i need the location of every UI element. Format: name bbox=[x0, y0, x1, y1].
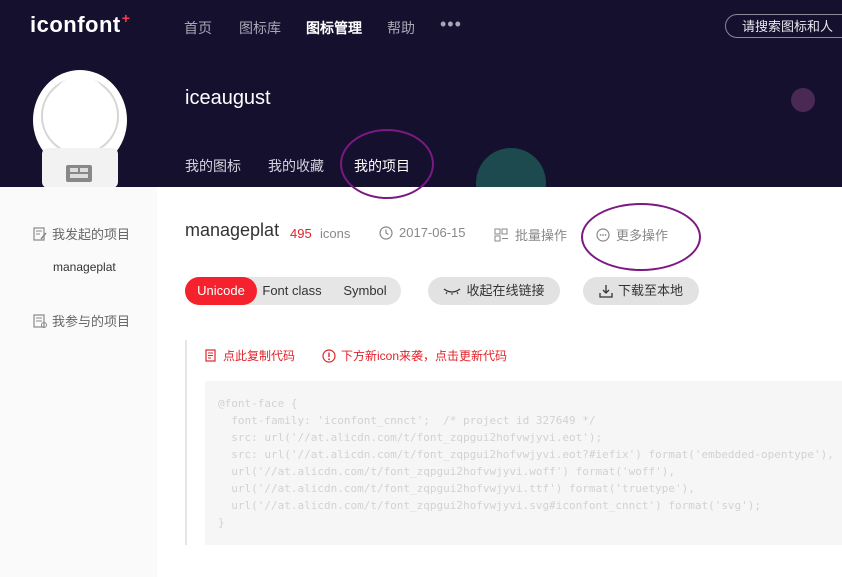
icon-count: 495 bbox=[290, 226, 312, 241]
collapse-label: 收起在线链接 bbox=[466, 283, 545, 298]
code-line: src: url('//at.alicdn.com/t/font_zqpgui2… bbox=[218, 431, 603, 444]
nav-icon-library[interactable]: 图标库 bbox=[239, 18, 281, 38]
sidebar-item-label: 我参与的项目 bbox=[52, 314, 131, 329]
more-label: 更多操作 bbox=[616, 228, 669, 243]
notification-dot bbox=[791, 88, 815, 112]
avatar[interactable] bbox=[32, 68, 128, 187]
code-line: url('//at.alicdn.com/t/font_zqpgui2hofvw… bbox=[218, 499, 762, 512]
nav-home[interactable]: 首页 bbox=[184, 18, 212, 38]
download-local-button[interactable]: 下载至本地 bbox=[583, 277, 699, 305]
decorative-circle bbox=[476, 148, 546, 187]
code-block[interactable]: @font-face { font-family: 'iconfont_cnnc… bbox=[205, 381, 842, 545]
sidebar-project-manageplat[interactable]: manageplat bbox=[53, 260, 116, 274]
icon-count-unit: icons bbox=[320, 226, 351, 241]
batch-label: 批量操作 bbox=[515, 228, 568, 243]
top-header: iconfont+ 首页 图标库 图标管理 帮助 ••• 请搜索图标和人 ice… bbox=[0, 0, 842, 187]
nav-icon-management[interactable]: 图标管理 bbox=[306, 18, 362, 38]
nav-more-icon[interactable]: ••• bbox=[440, 14, 462, 35]
tab-my-icons[interactable]: 我的图标 bbox=[185, 156, 241, 176]
code-section-divider bbox=[185, 340, 187, 545]
iconfont-logo[interactable]: iconfont+ bbox=[30, 10, 131, 38]
copy-icon bbox=[205, 349, 216, 362]
tab-my-projects[interactable]: 我的项目 bbox=[354, 156, 410, 176]
update-code-label: 下方新icon来袭，点击更新代码 bbox=[341, 349, 508, 363]
participate-document-icon bbox=[33, 313, 47, 328]
sidebar bbox=[0, 187, 158, 577]
search-input[interactable]: 请搜索图标和人 bbox=[725, 14, 842, 38]
code-line: @font-face { bbox=[218, 397, 298, 410]
update-code-link[interactable]: 下方新icon来袭，点击更新代码 bbox=[322, 347, 507, 364]
batch-operations-button[interactable]: 批量操作 bbox=[494, 225, 567, 244]
copy-code-label: 点此复制代码 bbox=[223, 349, 296, 363]
clock-icon bbox=[379, 225, 393, 240]
logo-plus: + bbox=[121, 10, 131, 26]
more-operations-button[interactable]: 更多操作 bbox=[596, 225, 668, 244]
edit-document-icon bbox=[33, 226, 47, 241]
code-line: } bbox=[218, 516, 225, 529]
unicode-tab[interactable]: Unicode bbox=[185, 277, 257, 305]
symbol-tab[interactable]: Symbol bbox=[335, 277, 395, 305]
project-date: 2017-06-15 bbox=[379, 225, 466, 240]
code-line: font-family: 'iconfont_cnnct'; /* projec… bbox=[218, 414, 596, 427]
collapse-online-link-button[interactable]: 收起在线链接 bbox=[428, 277, 560, 305]
font-class-tab[interactable]: Font class bbox=[261, 277, 323, 305]
tab-my-favorites[interactable]: 我的收藏 bbox=[268, 156, 324, 176]
download-icon bbox=[599, 285, 613, 298]
project-title: manageplat bbox=[185, 220, 280, 240]
username: iceaugust bbox=[185, 87, 271, 109]
closed-eye-icon bbox=[444, 288, 461, 295]
nav-help[interactable]: 帮助 bbox=[387, 18, 415, 38]
copy-code-link[interactable]: 点此复制代码 bbox=[205, 347, 295, 364]
alert-icon bbox=[322, 348, 336, 363]
sidebar-item-participated[interactable]: 我参与的项目 bbox=[33, 311, 130, 330]
date-text: 2017-06-15 bbox=[399, 225, 466, 240]
download-label: 下载至本地 bbox=[617, 283, 683, 298]
code-line: src: url('//at.alicdn.com/t/font_zqpgui2… bbox=[218, 448, 834, 461]
more-circle-icon bbox=[596, 227, 610, 242]
batch-icon bbox=[494, 228, 508, 241]
logo-text: iconfont bbox=[30, 12, 121, 37]
code-type-switch: Unicode Font class Symbol bbox=[185, 277, 401, 305]
code-line: url('//at.alicdn.com/t/font_zqpgui2hofvw… bbox=[218, 465, 675, 478]
sidebar-item-initiated[interactable]: 我发起的项目 bbox=[33, 224, 130, 243]
code-line: url('//at.alicdn.com/t/font_zqpgui2hofvw… bbox=[218, 482, 695, 495]
sidebar-item-label: 我发起的项目 bbox=[52, 227, 131, 242]
